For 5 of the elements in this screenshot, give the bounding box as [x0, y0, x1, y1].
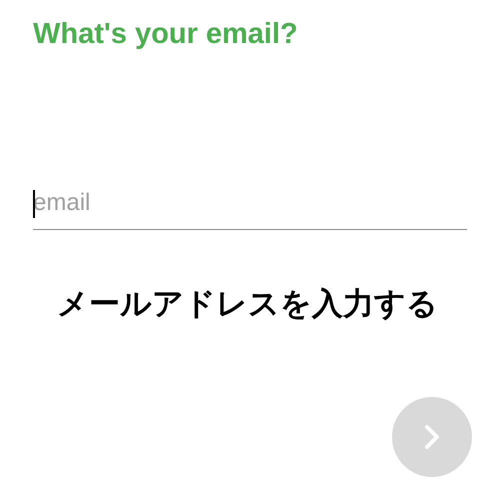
email-field[interactable]: email	[33, 176, 467, 230]
text-cursor	[33, 190, 35, 218]
caption-text: メールアドレスを入力する	[57, 285, 439, 324]
chevron-right-icon	[424, 424, 440, 450]
page-title: What's your email?	[33, 17, 299, 52]
